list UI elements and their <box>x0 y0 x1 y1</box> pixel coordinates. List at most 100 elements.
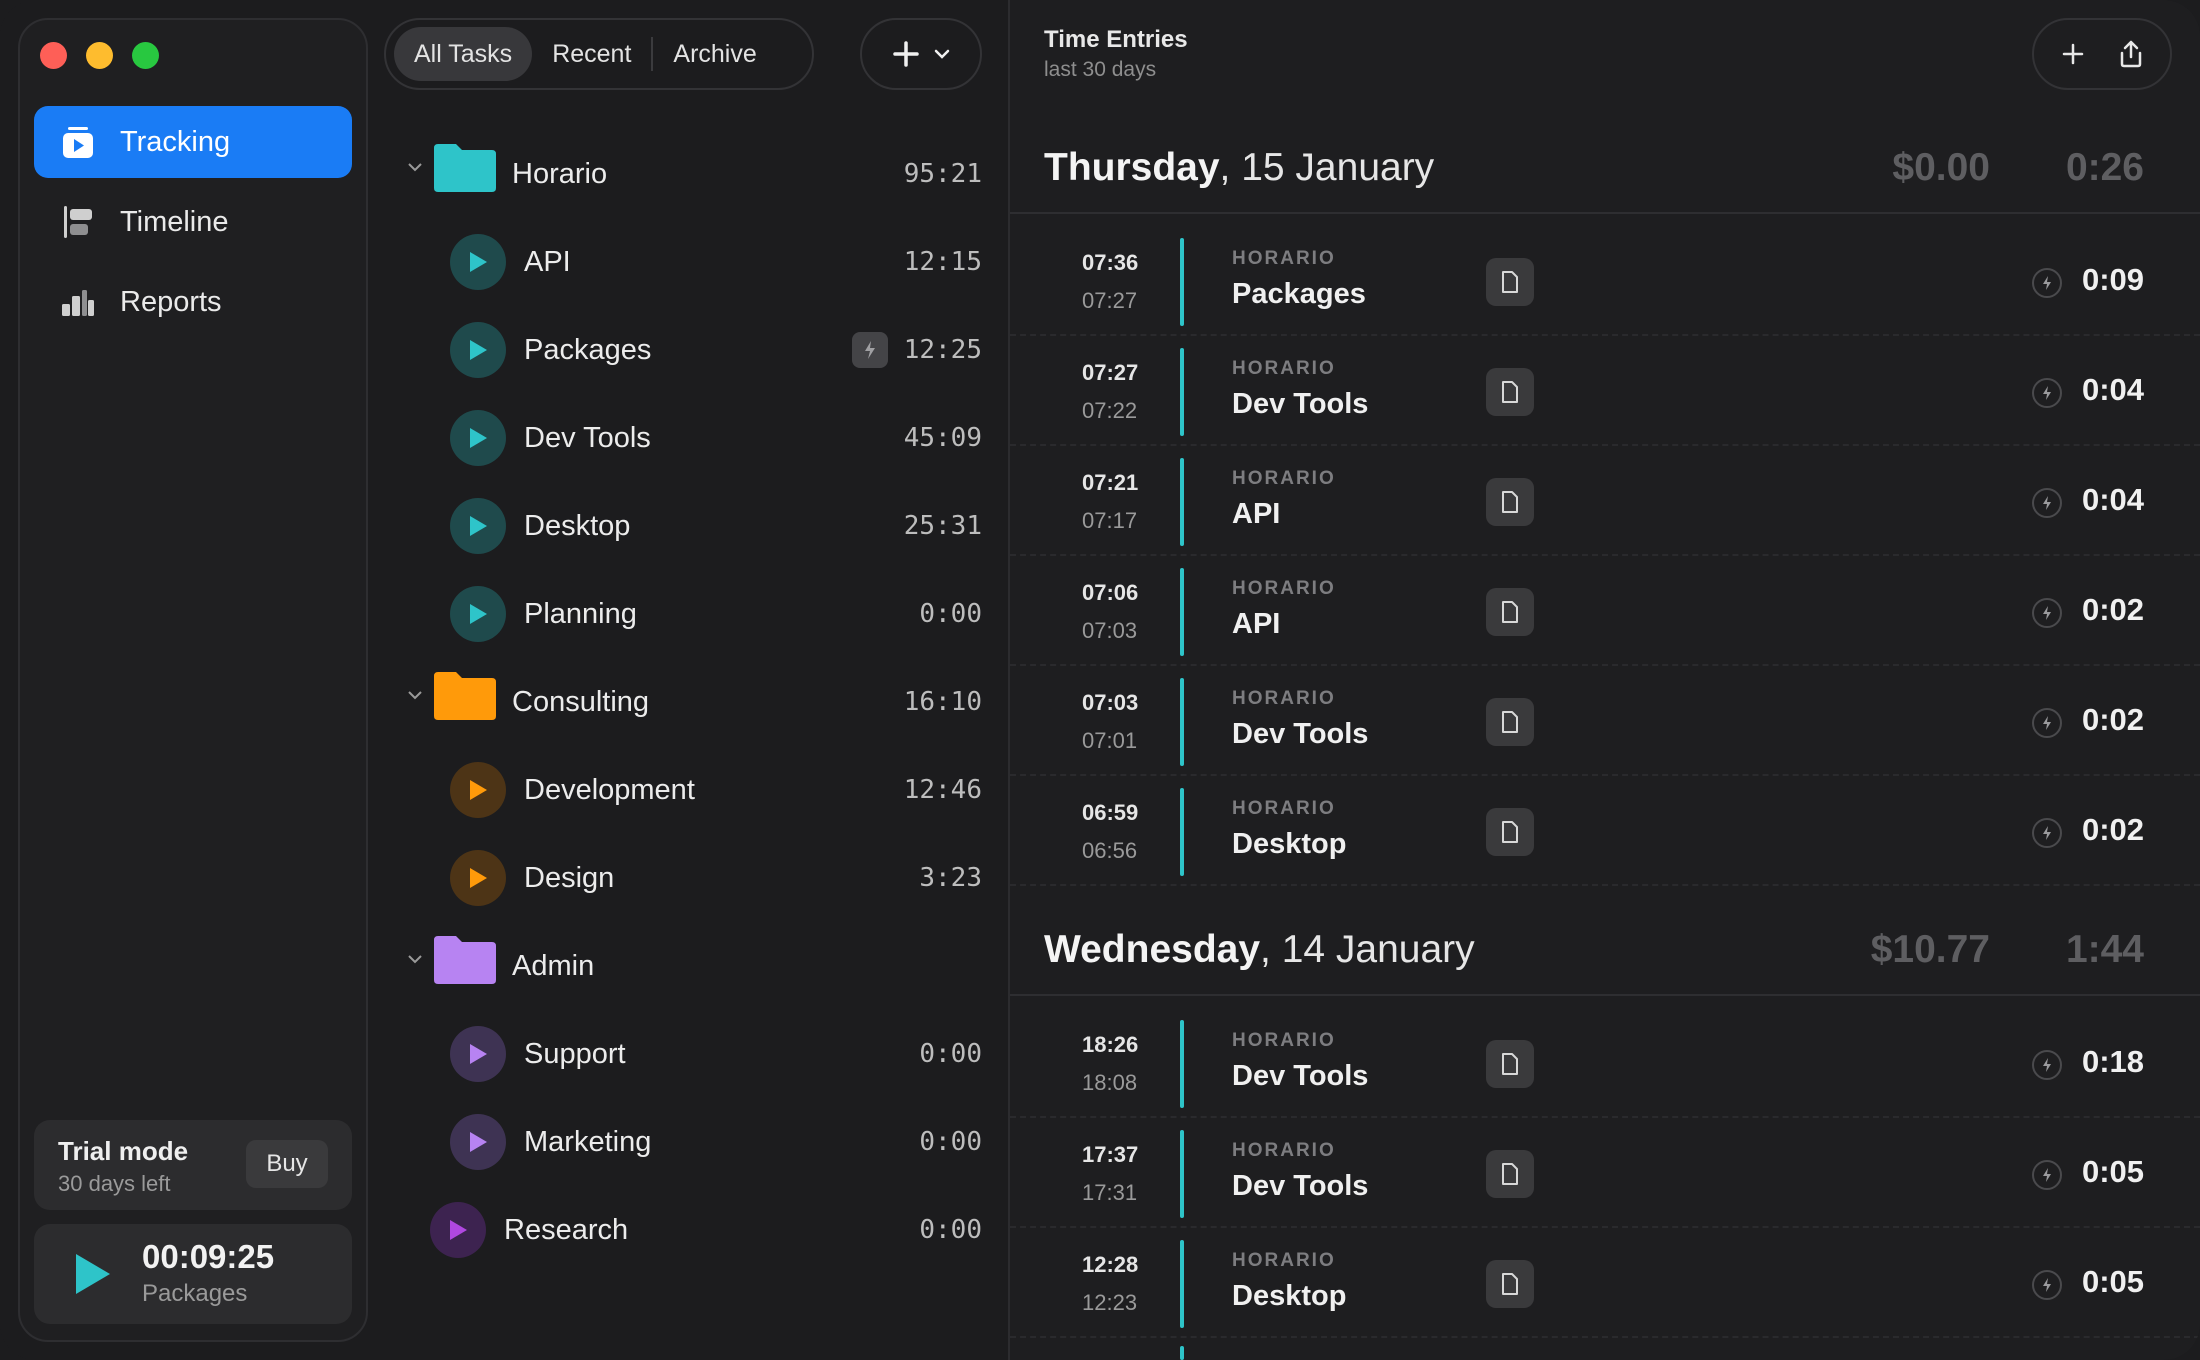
play-icon[interactable] <box>450 762 506 818</box>
day-duration: 1:44 <box>2065 928 2144 971</box>
note-button[interactable] <box>1486 1260 1534 1308</box>
project-duration: 16:10 <box>903 687 982 717</box>
task-name: Development <box>524 773 695 806</box>
tab-archive[interactable]: Archive <box>653 27 776 81</box>
entry-end: 07:17 <box>1082 508 1138 533</box>
note-button[interactable] <box>1486 588 1534 636</box>
task-row[interactable]: API 12:15 <box>382 218 982 306</box>
day-header: Thursday, 15 January $0.00 0:26 <box>1010 124 2200 214</box>
running-timer[interactable]: 00:09:25 Packages <box>34 1224 352 1324</box>
task-row[interactable]: Desktop 25:31 <box>382 482 982 570</box>
task-row[interactable]: Marketing 0:00 <box>382 1098 982 1186</box>
task-duration: 0:00 <box>919 1127 982 1157</box>
play-icon[interactable] <box>450 850 506 906</box>
note-button[interactable] <box>1486 1040 1534 1088</box>
time-entry[interactable]: 06:59 06:56 HORARIO Desktop 0:02 <box>1010 776 2200 886</box>
folder-icon <box>434 936 496 984</box>
tracking-icon <box>60 124 96 160</box>
time-entry[interactable]: 07:06 07:03 HORARIO API 0:02 <box>1010 556 2200 666</box>
task-row[interactable]: Packages 12:25 <box>382 306 982 394</box>
task-row[interactable]: Design 3:23 <box>382 834 982 922</box>
note-button[interactable] <box>1486 698 1534 746</box>
task-row[interactable]: Research 0:00 <box>382 1186 982 1274</box>
play-icon[interactable] <box>450 410 506 466</box>
entry-color-bar <box>1180 678 1184 766</box>
tab-recent[interactable]: Recent <box>532 27 651 81</box>
entry-end: 07:01 <box>1082 728 1138 753</box>
task-name: Research <box>504 1213 629 1246</box>
export-button[interactable] <box>2111 34 2151 74</box>
play-icon[interactable] <box>450 234 506 290</box>
bolt-icon <box>2032 1270 2062 1300</box>
trial-banner: Trial mode 30 days left Buy <box>34 1120 352 1210</box>
entry-start: 12:28 <box>1082 1252 1139 1277</box>
play-icon[interactable] <box>430 1202 486 1258</box>
minimize-window-button[interactable] <box>86 42 113 69</box>
note-button[interactable] <box>1486 808 1534 856</box>
entries-range: last 30 days <box>1044 58 1157 81</box>
project-row-admin[interactable]: Admin <box>382 922 982 1010</box>
zoom-window-button[interactable] <box>132 42 159 69</box>
task-row[interactable]: Development 12:46 <box>382 746 982 834</box>
bolt-icon <box>2032 378 2062 408</box>
entry-task: Desktop <box>1232 828 1347 860</box>
project-name: Admin <box>512 949 595 982</box>
note-button[interactable] <box>1486 1150 1534 1198</box>
play-icon[interactable] <box>450 1026 506 1082</box>
time-entry[interactable]: 17:37 17:31 HORARIO Dev Tools 0:05 <box>1010 1118 2200 1228</box>
play-icon[interactable] <box>72 1252 112 1301</box>
task-duration: 12:46 <box>903 775 982 805</box>
folder-icon <box>434 672 496 720</box>
note-button[interactable] <box>1486 368 1534 416</box>
entry-start: 07:27 <box>1082 360 1139 385</box>
app-window: Tracking Timeline Reports Trial mode 30 … <box>0 0 2200 1360</box>
play-icon[interactable] <box>450 586 506 642</box>
task-name: API <box>524 245 571 278</box>
day-date-text: , 14 January <box>1260 928 1475 971</box>
play-icon[interactable] <box>450 322 506 378</box>
add-entry-button[interactable] <box>2053 34 2093 74</box>
day-date: Thursday, 15 January <box>1044 146 1434 190</box>
sidebar-item-tracking[interactable]: Tracking <box>34 106 352 178</box>
add-task-menu-button[interactable] <box>860 18 982 90</box>
bolt-icon <box>2032 268 2062 298</box>
entry-project: HORARIO <box>1232 1250 1336 1271</box>
day-amount: $0.00 <box>1892 146 1990 189</box>
task-row[interactable]: Dev Tools 45:09 <box>382 394 982 482</box>
entry-task: Dev Tools <box>1232 718 1369 750</box>
note-button[interactable] <box>1486 258 1534 306</box>
entry-end: 07:03 <box>1082 618 1138 643</box>
entry-start: 07:21 <box>1082 470 1139 495</box>
task-name: Packages <box>524 333 652 366</box>
task-row[interactable]: Planning 0:00 <box>382 570 982 658</box>
chevron-down-icon[interactable] <box>406 952 424 966</box>
time-entry[interactable]: 18:26 18:08 HORARIO Dev Tools 0:18 <box>1010 1008 2200 1118</box>
tab-all-tasks[interactable]: All Tasks <box>394 27 533 81</box>
chevron-down-icon[interactable] <box>406 160 424 174</box>
project-row-consulting[interactable]: Consulting 16:10 <box>382 658 982 746</box>
entry-duration: 0:02 <box>2081 702 2144 737</box>
close-window-button[interactable] <box>40 42 67 69</box>
time-entry[interactable]: 07:36 07:27 HORARIO Packages 0:09 <box>1010 226 2200 336</box>
entry-start: 07:06 <box>1082 580 1139 605</box>
time-entry[interactable]: 07:27 07:22 HORARIO Dev Tools 0:04 <box>1010 336 2200 446</box>
time-entry[interactable]: 07:03 07:01 HORARIO Dev Tools 0:02 <box>1010 666 2200 776</box>
sidebar-item-timeline[interactable]: Timeline <box>34 186 352 258</box>
entry-color-bar <box>1180 348 1184 436</box>
task-row[interactable]: Support 0:00 <box>382 1010 982 1098</box>
entry-duration: 0:05 <box>2081 1264 2144 1299</box>
chevron-down-icon[interactable] <box>406 688 424 702</box>
entries-title: Time Entries <box>1044 26 1188 53</box>
buy-button[interactable]: Buy <box>246 1140 328 1188</box>
note-button[interactable] <box>1486 478 1534 526</box>
entry-duration: 0:04 <box>2081 372 2144 407</box>
project-row-horario[interactable]: Horario 95:21 <box>382 130 982 218</box>
sidebar-item-reports[interactable]: Reports <box>34 266 352 338</box>
play-icon[interactable] <box>450 1114 506 1170</box>
time-entry[interactable]: 07:21 07:17 HORARIO API 0:04 <box>1010 446 2200 556</box>
time-entry[interactable]: 12:28 12:23 HORARIO Desktop 0:05 <box>1010 1228 2200 1338</box>
entry-project: HORARIO <box>1232 1140 1336 1161</box>
timer-task-name: Packages <box>142 1280 248 1307</box>
document-icon <box>1502 1163 1518 1185</box>
play-icon[interactable] <box>450 498 506 554</box>
